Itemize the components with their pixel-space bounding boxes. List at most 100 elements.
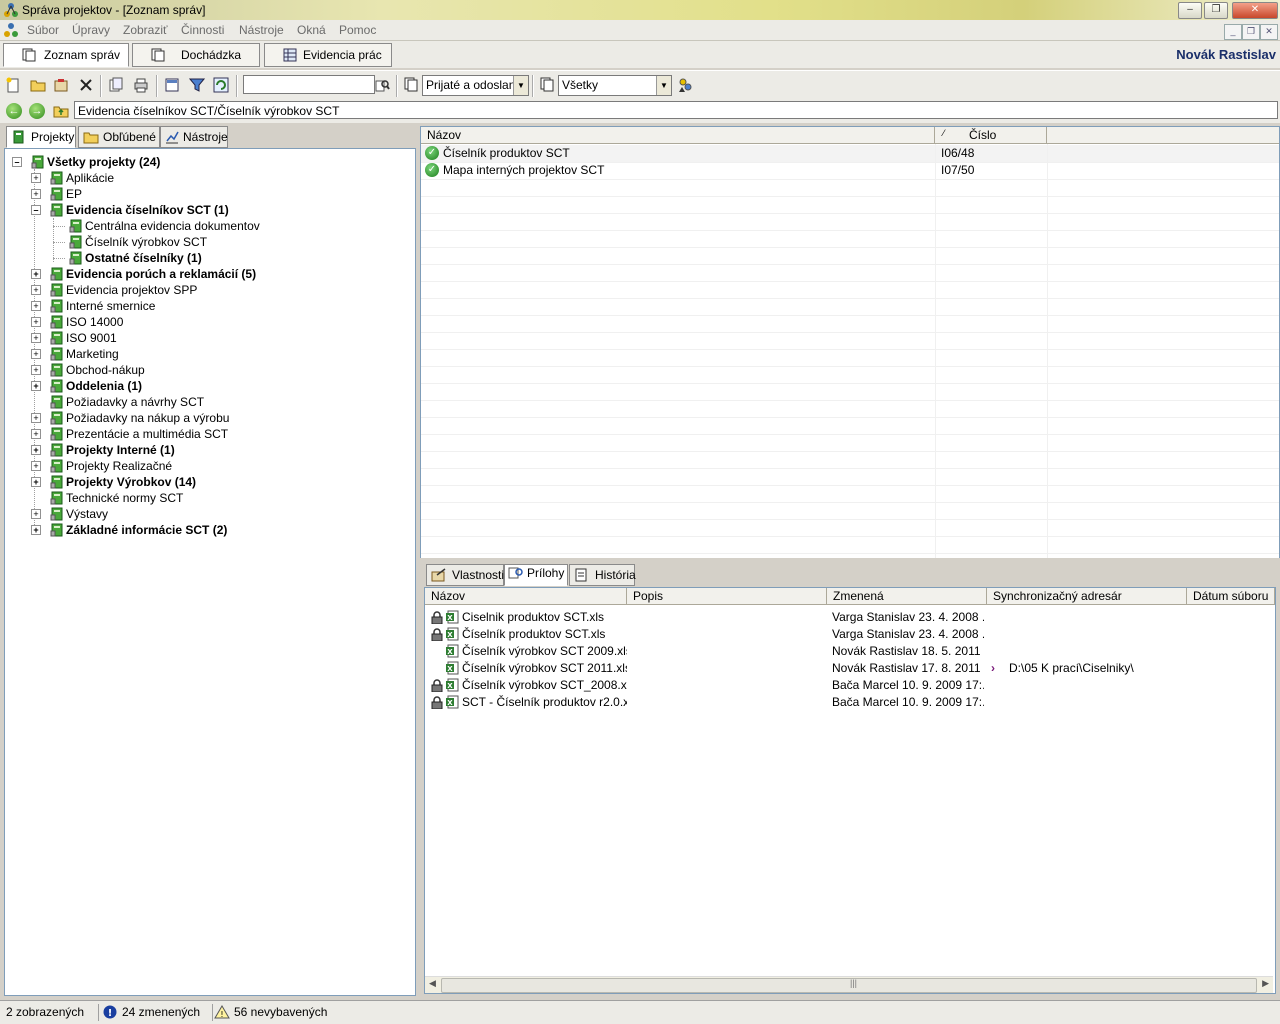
expand-icon[interactable]: +: [31, 189, 41, 199]
scope-dropdown[interactable]: Všetky ▼: [558, 75, 672, 96]
tree-node[interactable]: + Základné informácie SCT (2): [31, 522, 227, 538]
column-header-datum-suboru[interactable]: Dátum súboru: [1187, 588, 1275, 605]
tree-node[interactable]: + Aplikácie: [31, 170, 114, 186]
tree-node[interactable]: + Oddelenia (1): [31, 378, 142, 394]
delete-icon[interactable]: [78, 77, 94, 93]
open-folder-icon[interactable]: [30, 77, 46, 93]
tree-node[interactable]: + Marketing: [31, 346, 119, 362]
horizontal-scrollbar[interactable]: ◀ ||| ▶: [425, 976, 1273, 993]
expand-icon[interactable]: +: [31, 413, 41, 423]
close-button[interactable]: ✕: [1232, 2, 1278, 19]
tab-oblubene[interactable]: Obľúbené: [78, 126, 160, 148]
tree-node[interactable]: + Výstavy: [31, 506, 108, 522]
menu-zobrazit[interactable]: Zobraziť: [123, 23, 168, 37]
menu-nastroje[interactable]: Nástroje: [239, 23, 284, 37]
column-header-nazov[interactable]: Názov: [425, 588, 627, 605]
print-icon[interactable]: [133, 77, 149, 93]
search-icon[interactable]: [374, 77, 390, 93]
menu-subor[interactable]: Súbor: [27, 23, 59, 37]
column-header-cislo[interactable]: ⁄ Číslo: [935, 127, 1047, 144]
menu-upravy[interactable]: Úpravy: [72, 23, 110, 37]
tab-evidencia-prac[interactable]: Evidencia prác: [264, 43, 392, 67]
attach-icon[interactable]: [108, 77, 124, 93]
tree-node[interactable]: + Evidencia porúch a reklamácií (5): [31, 266, 256, 282]
maximize-button[interactable]: ❐: [1204, 2, 1228, 19]
expand-icon[interactable]: +: [31, 365, 41, 375]
collapse-icon[interactable]: –: [31, 205, 41, 215]
menu-okna[interactable]: Okná: [297, 23, 326, 37]
splitter[interactable]: [420, 558, 1280, 562]
expand-icon[interactable]: +: [31, 445, 41, 455]
attachment-row[interactable]: X Číselník výrobkov SCT 2011.xls Novák Ras…: [425, 660, 1275, 677]
collapse-icon[interactable]: –: [12, 157, 22, 167]
expand-icon[interactable]: +: [31, 349, 41, 359]
tree-node[interactable]: + Evidencia projektov SPP: [31, 282, 197, 298]
attachment-row[interactable]: X Ciselnik produktov SCT.xls Varga Stanisl…: [425, 609, 1275, 626]
scroll-left-icon[interactable]: ◀: [429, 978, 436, 989]
expand-icon[interactable]: +: [31, 429, 41, 439]
expand-icon[interactable]: +: [31, 477, 41, 487]
tree-node[interactable]: + Požiadavky na nákup a výrobu: [31, 410, 229, 426]
forward-arrow-icon[interactable]: →: [29, 103, 45, 119]
tree-node[interactable]: Ostatné číselníky (1): [69, 250, 202, 266]
new-document-icon[interactable]: [5, 77, 21, 93]
tab-nastroje[interactable]: Nástroje: [160, 126, 228, 148]
search-input[interactable]: [243, 75, 375, 94]
expand-icon[interactable]: +: [31, 285, 41, 295]
column-header-zmenena[interactable]: Zmenená: [827, 588, 987, 605]
refresh-icon[interactable]: [213, 77, 229, 93]
scroll-thumb[interactable]: |||: [441, 978, 1257, 993]
attachment-row[interactable]: X SCT - Číselník produktov r2.0.xls Bača M…: [425, 694, 1275, 711]
column-header-nazov[interactable]: Názov: [421, 127, 935, 144]
tree-node[interactable]: Číselník výrobkov SCT: [69, 234, 207, 250]
tab-vlastnosti[interactable]: Vlastnosti: [426, 564, 504, 586]
mdi-close-button[interactable]: ✕: [1260, 24, 1278, 40]
path-field[interactable]: Evidencia číselníkov SCT/Číselník výrobk…: [74, 101, 1278, 119]
up-folder-icon[interactable]: [53, 103, 69, 119]
tab-projekty[interactable]: Projekty: [6, 126, 76, 148]
mdi-minimize-button[interactable]: _: [1224, 24, 1242, 40]
tab-prilohy[interactable]: Prílohy: [504, 564, 568, 586]
menu-pomoc[interactable]: Pomoc: [339, 23, 376, 37]
expand-icon[interactable]: +: [31, 333, 41, 343]
back-arrow-icon[interactable]: ←: [6, 103, 22, 119]
tree-node[interactable]: Centrálna evidencia dokumentov: [69, 218, 260, 234]
tree-node[interactable]: + Interné smernice: [31, 298, 155, 314]
tree-node[interactable]: + Obchod-nákup: [31, 362, 145, 378]
tab-historia[interactable]: História: [569, 564, 636, 586]
tree-node[interactable]: + Projekty Realizačné: [31, 458, 172, 474]
scroll-right-icon[interactable]: ▶: [1262, 978, 1269, 989]
tab-zoznam-sprav[interactable]: Zoznam správ: [3, 43, 129, 67]
minimize-button[interactable]: –: [1178, 2, 1202, 19]
attachment-row[interactable]: X Číselník výrobkov SCT_2008.xls Bača Marc…: [425, 677, 1275, 694]
expand-icon[interactable]: +: [31, 317, 41, 327]
expand-icon[interactable]: +: [31, 461, 41, 471]
properties-icon[interactable]: [53, 77, 69, 93]
tab-dochadzka[interactable]: Dochádzka: [132, 43, 260, 67]
tree-node[interactable]: + ISO 9001: [31, 330, 117, 346]
attachment-row[interactable]: X Číselník produktov SCT.xls Varga Stanisl…: [425, 626, 1275, 643]
expand-icon[interactable]: +: [31, 525, 41, 535]
tree-node[interactable]: + Projekty Interné (1): [31, 442, 175, 458]
app-menu-icon[interactable]: [3, 22, 19, 38]
users-icon[interactable]: [677, 77, 693, 93]
column-header-sync-adresar[interactable]: Synchronizačný adresár: [987, 588, 1187, 605]
tree-node[interactable]: + EP: [31, 186, 82, 202]
tree-node[interactable]: + Projekty Výrobkov (14): [31, 474, 196, 490]
tree-node[interactable]: + ISO 14000: [31, 314, 123, 330]
tree-node[interactable]: + Prezentácie a multimédia SCT: [31, 426, 228, 442]
attachment-row[interactable]: X Číselník výrobkov SCT 2009.xls Novák Ras…: [425, 643, 1275, 660]
message-filter-dropdown[interactable]: Prijaté a odoslané ▼: [422, 75, 529, 96]
expand-icon[interactable]: +: [31, 173, 41, 183]
filter-icon[interactable]: [189, 77, 205, 93]
tree-node[interactable]: Technické normy SCT: [50, 490, 183, 506]
mdi-restore-button[interactable]: ❐: [1242, 24, 1260, 40]
tree-node[interactable]: Požiadavky a návrhy SCT: [50, 394, 204, 410]
tree-node[interactable]: – Evidencia číselníkov SCT (1): [31, 202, 229, 218]
expand-icon[interactable]: +: [31, 509, 41, 519]
expand-icon[interactable]: +: [31, 269, 41, 279]
table-row[interactable]: ✓ Mapa interných projektov SCT I07/50: [421, 162, 1279, 180]
tree-node[interactable]: – Všetky projekty (24): [12, 154, 160, 170]
table-row[interactable]: ✓ Číselník produktov SCT I06/48: [421, 145, 1279, 163]
menu-cinnosti[interactable]: Činnosti: [181, 23, 224, 37]
